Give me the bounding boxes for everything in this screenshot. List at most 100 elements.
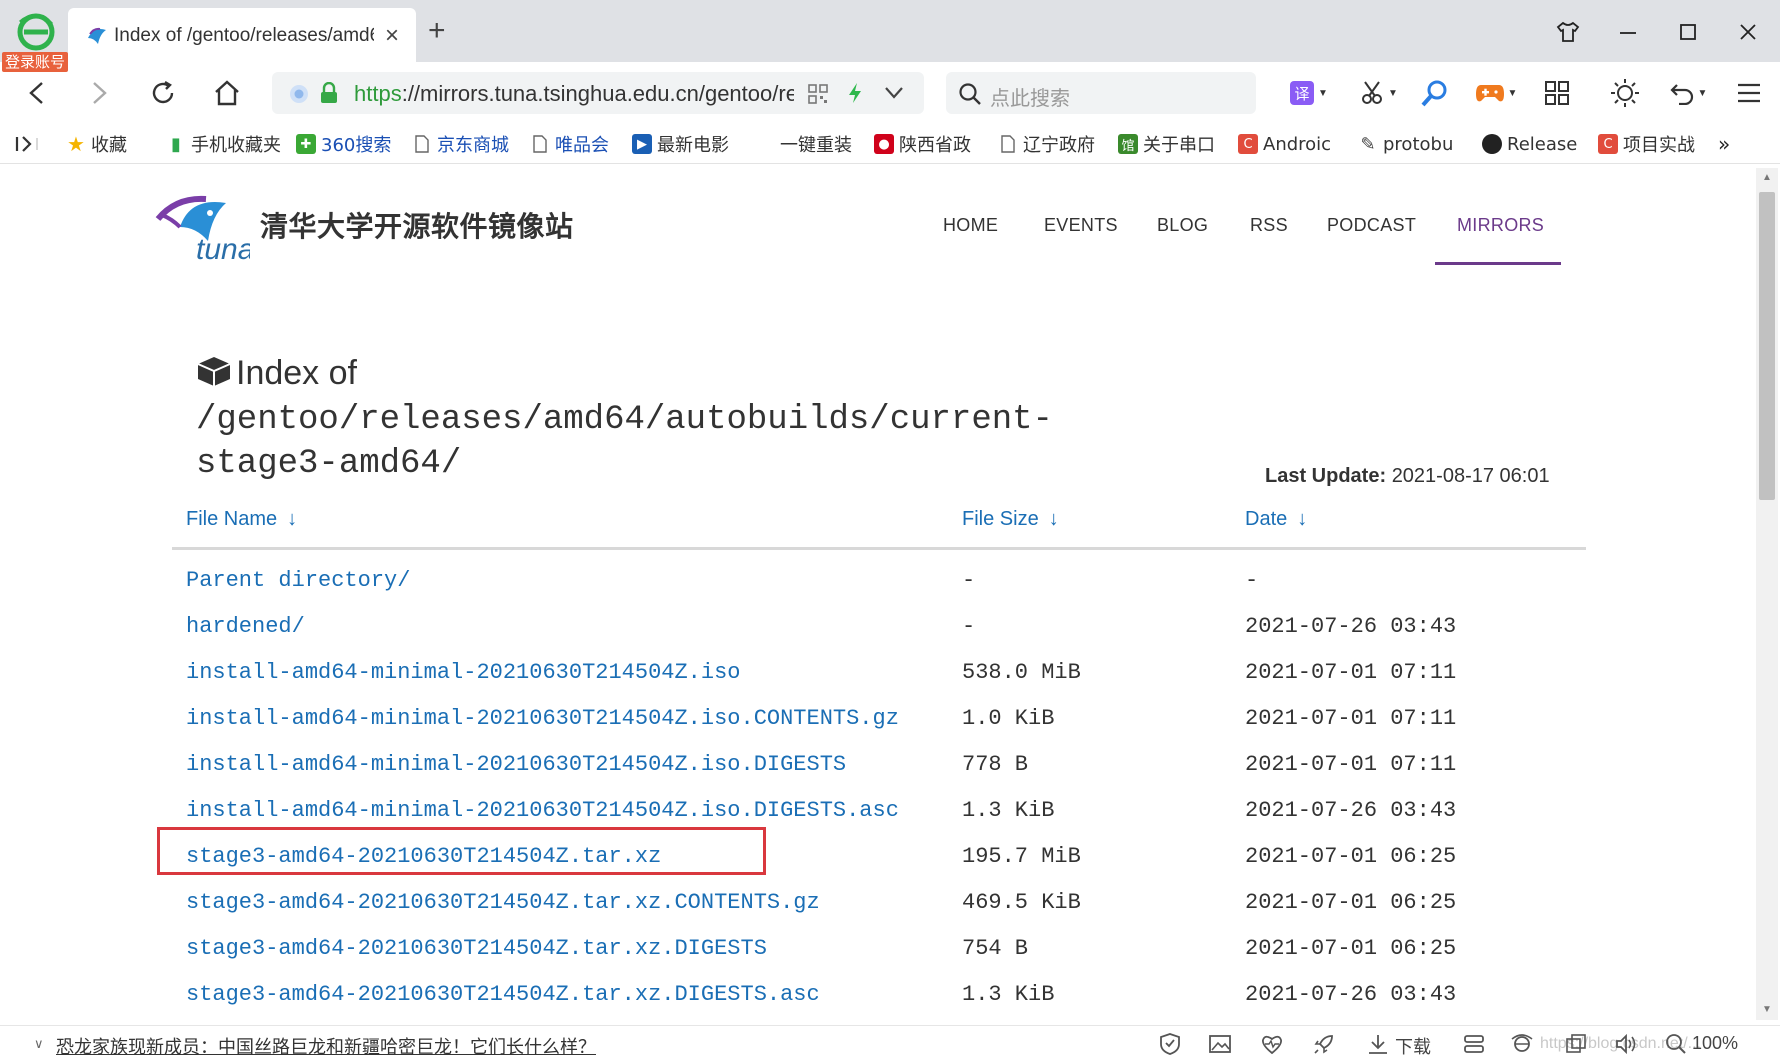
more-bookmarks-button[interactable]: » — [1718, 131, 1730, 157]
reload-icon[interactable] — [146, 76, 180, 110]
find-magnifier-icon[interactable] — [1418, 76, 1452, 110]
brightness-icon[interactable] — [1608, 76, 1642, 110]
page-scrollbar[interactable]: ▲ ▼ — [1756, 168, 1778, 1020]
file-name-link[interactable]: install-amd64-minimal-20210630T214504Z.i… — [186, 706, 899, 731]
bookmark-label: 360搜索 — [321, 135, 392, 156]
forward-icon[interactable] — [82, 76, 116, 110]
bookmark-item[interactable]: 辽宁政府 — [998, 131, 1104, 157]
file-size: 1.3 KiB — [962, 798, 1055, 823]
bookmark-item[interactable]: ● 陕西省政 — [874, 131, 982, 157]
file-name-link[interactable]: install-amd64-minimal-20210630T214504Z.i… — [186, 752, 846, 777]
file-size: 754 B — [962, 936, 1029, 961]
bookmark-item[interactable]: 京东商城 — [412, 131, 522, 157]
file-date: 2021-07-01 06:25 — [1245, 844, 1457, 869]
apps-grid-icon[interactable] — [1540, 76, 1574, 110]
bookmark-item[interactable]: 唯品会 — [530, 131, 622, 157]
tuna-logo[interactable]: tuna — [150, 189, 250, 265]
news-chevron-icon[interactable]: ∨ — [34, 1036, 44, 1052]
home-icon[interactable] — [210, 76, 244, 110]
file-name-link[interactable]: install-amd64-minimal-20210630T214504Z.i… — [186, 798, 899, 823]
chevron-down-icon[interactable] — [884, 86, 904, 100]
maximize-button[interactable] — [1668, 14, 1708, 50]
rocket-icon[interactable] — [1312, 1032, 1336, 1056]
game-controller-icon[interactable]: ▼ — [1472, 76, 1520, 110]
url-text[interactable]: https://mirrors.tuna.tsinghua.edu.cn/gen… — [354, 81, 794, 107]
bookmark-item[interactable]: Release — [1482, 131, 1586, 157]
column-date[interactable]: Date ↓ — [1245, 508, 1307, 531]
health-heart-icon[interactable] — [1260, 1032, 1284, 1056]
bookmark-item[interactable]: ▮ 手机收藏夹 — [166, 131, 292, 157]
nav-events[interactable]: EVENTS — [1044, 215, 1118, 236]
file-name-link[interactable]: install-amd64-minimal-20210630T214504Z.i… — [186, 660, 741, 685]
nav-home[interactable]: HOME — [943, 215, 998, 236]
title-path-line2: stage3-amd64/ — [196, 445, 462, 483]
file-name-link[interactable]: stage3-amd64-20210630T214504Z.tar.xz.DIG… — [186, 982, 820, 1007]
menu-icon[interactable] — [1732, 76, 1766, 110]
close-window-button[interactable] — [1728, 14, 1768, 50]
zoom-level[interactable]: 100% — [1692, 1033, 1738, 1054]
nav-blog[interactable]: BLOG — [1157, 215, 1208, 236]
site-info-icon[interactable] — [288, 83, 310, 105]
download-label[interactable]: 下载 — [1395, 1033, 1431, 1059]
search-icon — [959, 83, 981, 105]
bookmark-item[interactable]: 馆关于串口 — [1118, 131, 1222, 157]
shield-icon[interactable] — [1158, 1032, 1182, 1056]
scroll-down-icon[interactable]: ▼ — [1762, 1004, 1772, 1015]
column-file-size[interactable]: File Size ↓ — [962, 508, 1059, 531]
file-name-link[interactable]: stage3-amd64-20210630T214504Z.tar.xz.CON… — [186, 890, 820, 915]
qr-code-icon[interactable] — [808, 84, 828, 104]
back-icon[interactable] — [20, 76, 54, 110]
login-badge[interactable]: 登录账号 — [2, 52, 69, 72]
file-date: 2021-07-01 07:11 — [1245, 706, 1457, 731]
title-bar: 登录账号 Index of /gentoo/releases/amd64/aut… — [0, 0, 1780, 72]
volume-icon[interactable] — [1614, 1032, 1638, 1056]
nav-mirrors[interactable]: MIRRORS — [1457, 215, 1544, 236]
active-tab[interactable]: Index of /gentoo/releases/amd64/autobuil… — [68, 8, 416, 62]
bookmark-item[interactable]: ★ 收藏 — [66, 131, 158, 157]
address-bar[interactable]: https://mirrors.tuna.tsinghua.edu.cn/gen… — [272, 72, 924, 114]
ie-mode-icon[interactable] — [1510, 1032, 1534, 1056]
minimize-button[interactable] — [1608, 14, 1648, 50]
nav-rss[interactable]: RSS — [1250, 215, 1288, 236]
zoom-icon[interactable] — [1664, 1032, 1688, 1056]
bookmark-item[interactable]: ▶ 最新电影 — [632, 131, 756, 157]
screenshot-scissors-icon[interactable]: ▼ — [1356, 76, 1402, 110]
file-size: 778 B — [962, 752, 1029, 777]
file-date: 2021-07-01 07:11 — [1245, 660, 1457, 685]
image-icon[interactable] — [1208, 1032, 1232, 1056]
cloud-sync-icon[interactable] — [1462, 1032, 1486, 1056]
download-icon[interactable] — [1366, 1032, 1390, 1056]
translate-icon[interactable]: 译 ▼ — [1286, 76, 1332, 110]
news-ticker[interactable]: 恐龙家族现新成员：中国丝路巨龙和新疆哈密巨龙！它们长什么样？ — [56, 1033, 596, 1059]
search-box[interactable]: 点此搜索 — [946, 72, 1256, 114]
file-name-link[interactable]: Parent directory/ — [186, 568, 410, 593]
bookmark-item[interactable]: C Androic — [1238, 131, 1342, 157]
scroll-up-icon[interactable]: ▲ — [1762, 172, 1772, 183]
bookmark-item[interactable]: ✎ protobu — [1358, 131, 1464, 157]
browser-logo-icon[interactable] — [16, 12, 56, 52]
file-name-link[interactable]: stage3-amd64-20210630T214504Z.tar.xz.DIG… — [186, 936, 767, 961]
lightning-icon[interactable] — [846, 82, 864, 104]
scroll-thumb[interactable] — [1759, 192, 1775, 500]
new-tab-button[interactable]: + — [428, 16, 446, 46]
bookmark-label: 唯品会 — [555, 135, 609, 156]
sort-arrow-icon: ↓ — [1048, 508, 1059, 530]
status-bar: ∨ 恐龙家族现新成员：中国丝路巨龙和新疆哈密巨龙！它们长什么样？ https:/… — [0, 1025, 1780, 1062]
undo-icon[interactable]: ▼ — [1664, 76, 1712, 110]
skin-icon[interactable] — [1548, 14, 1588, 50]
highlight-box — [157, 827, 766, 875]
file-date: 2021-07-01 07:11 — [1245, 752, 1457, 777]
page-icon — [412, 134, 432, 154]
bookmark-item[interactable]: 一键重装 — [780, 131, 854, 157]
sidebar-toggle-icon[interactable] — [14, 131, 40, 157]
site-name[interactable]: 清华大学开源软件镜像站 — [260, 205, 574, 245]
file-name-link[interactable]: hardened/ — [186, 614, 305, 639]
bookmark-item[interactable]: C 项目实战 — [1598, 131, 1702, 157]
nav-podcast[interactable]: PODCAST — [1327, 215, 1416, 236]
bookmark-label: 项目实战 — [1623, 135, 1695, 156]
tab-close-icon[interactable]: × — [380, 22, 404, 50]
window-copy-icon[interactable] — [1564, 1032, 1588, 1056]
bookmark-label: 最新电影 — [657, 135, 729, 156]
bookmark-item[interactable]: ✚ 360搜索 — [296, 131, 406, 157]
column-file-name[interactable]: File Name ↓ — [186, 508, 297, 531]
